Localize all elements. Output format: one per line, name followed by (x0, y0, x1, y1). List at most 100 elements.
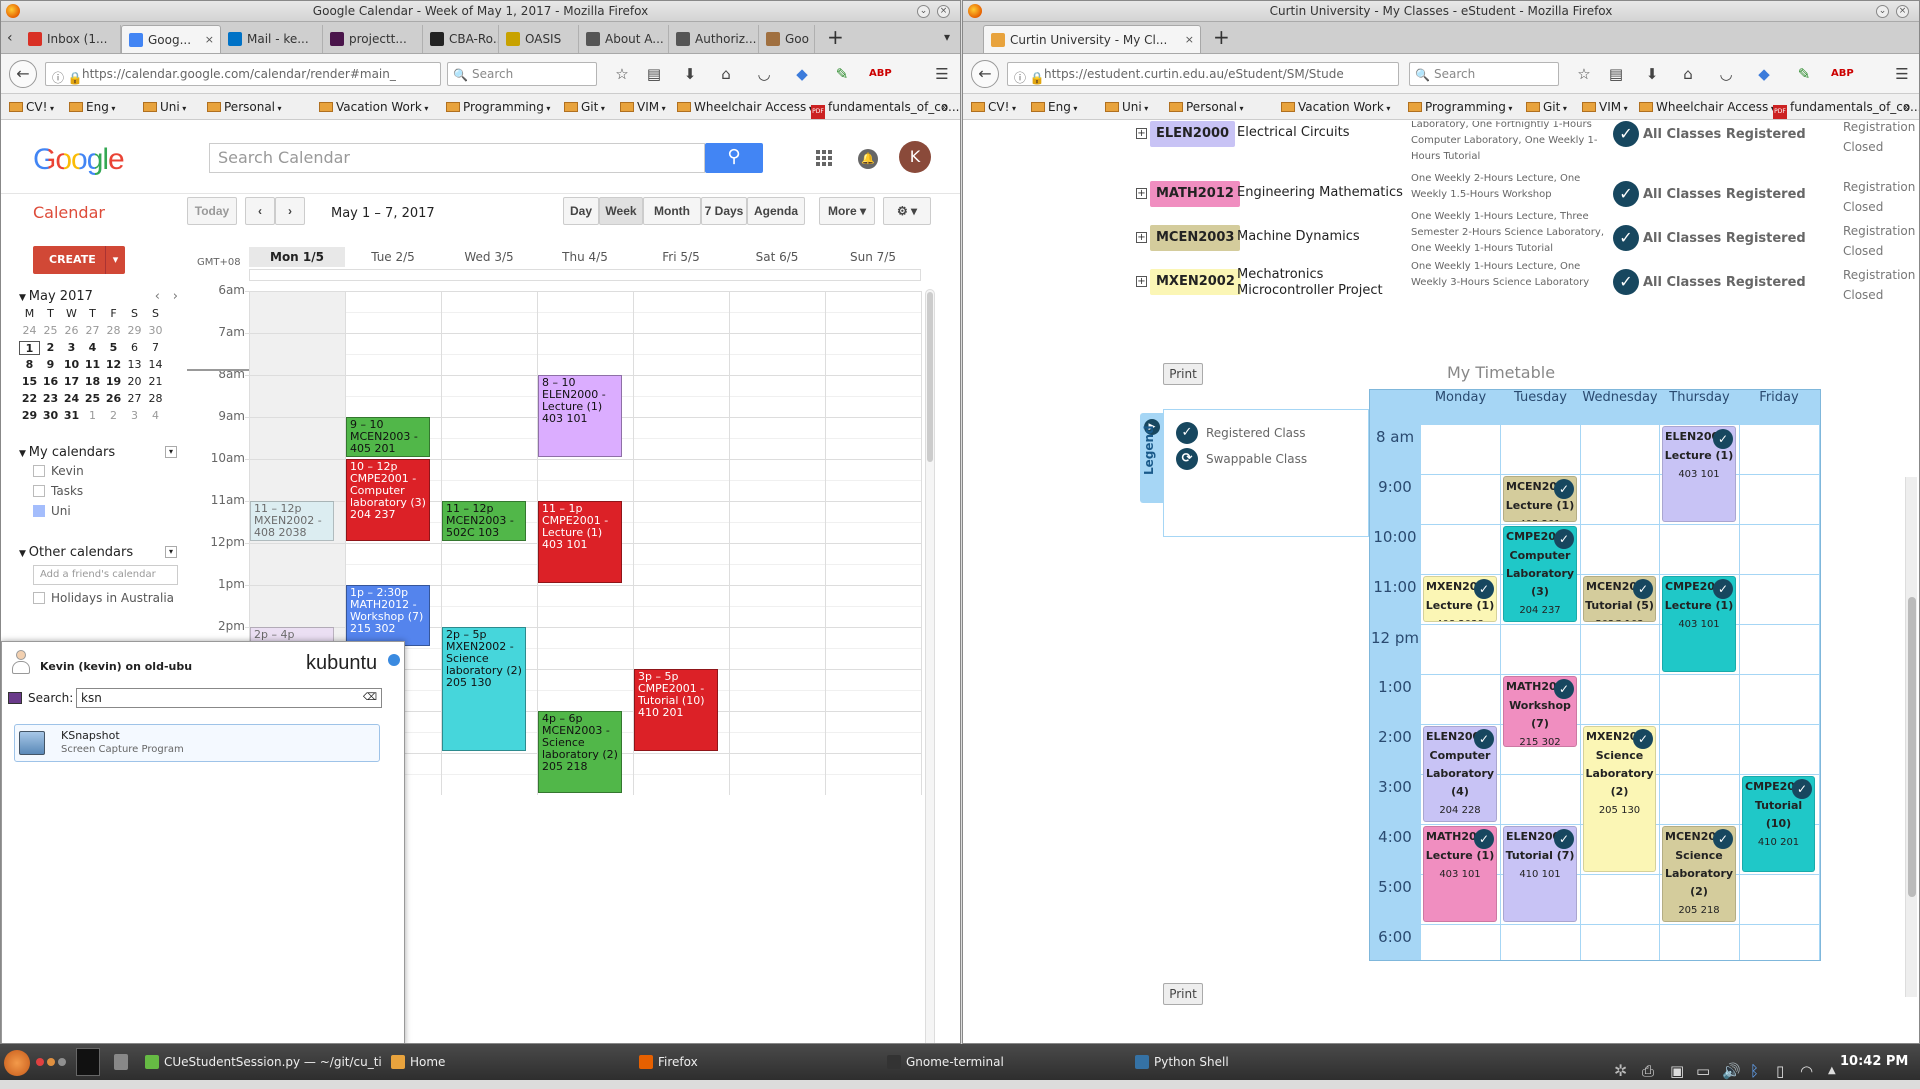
new-tab-icon[interactable]: + (1213, 27, 1230, 47)
timetable-class[interactable]: MCEN2003Tutorial (5)502C 103✓ (1583, 576, 1656, 622)
mini-day[interactable]: 5 (103, 341, 124, 355)
timetable-class[interactable]: ELEN2000 Lecture (1) 403 101 ✓ (1662, 426, 1736, 522)
calendar-event[interactable]: 11 – 1p CMPE2001 - Lecture (1) 403 101 (538, 501, 622, 583)
tab-4[interactable]: CBA-Ro... (423, 25, 499, 53)
mini-day[interactable]: 25 (40, 324, 61, 338)
tab-2[interactable]: Mail - ke... (221, 25, 323, 53)
tab-6[interactable]: About A... (579, 25, 669, 53)
account-avatar[interactable]: K (899, 141, 931, 173)
clear-search-icon[interactable]: ⌫ (363, 689, 377, 707)
mini-next-icon[interactable]: › (173, 289, 178, 304)
taskbar-task[interactable]: Firefox (636, 1048, 876, 1076)
pocket-icon[interactable]: ◡ (1715, 63, 1737, 85)
timetable-class[interactable]: MATH2012 Lecture (1) 403 101 ✓ (1423, 826, 1497, 922)
bookmark-folder-3[interactable]: Personal ▾ (207, 94, 282, 119)
calendar-event[interactable]: 1p – 2:30p MATH2012 - Workshop (7) 215 302 (346, 585, 430, 646)
adblock-icon[interactable]: ABP (869, 63, 892, 85)
mini-day[interactable]: 27 (82, 324, 103, 338)
calendar-checkbox[interactable] (33, 485, 45, 497)
bookmark-folder-4[interactable]: Vacation Work ▾ (1281, 94, 1390, 119)
pocket-icon[interactable]: ◡ (753, 63, 775, 85)
home-icon[interactable]: ⌂ (715, 63, 737, 85)
bookmarks-overflow-icon[interactable]: » (1903, 94, 1910, 119)
mini-day[interactable]: 6 (124, 341, 145, 355)
bookmark-star-icon[interactable]: ☆ (611, 63, 633, 85)
extension-icon[interactable]: ◆ (1753, 63, 1775, 85)
url-bar[interactable]: ⓘ 🔒 https://estudent.curtin.edu.au/eStude… (1007, 62, 1399, 86)
unit-code[interactable]: MXEN2002 (1150, 269, 1241, 295)
day-header[interactable]: Thu 4/5 (537, 247, 633, 267)
timetable-class[interactable]: MXEN2002Lecture (1)408 2038✓ (1423, 576, 1497, 622)
clock[interactable]: 10:42 PM (1840, 1044, 1908, 1080)
bookmark-folder-2[interactable]: Uni ▾ (1105, 94, 1148, 119)
mini-day[interactable]: 1 (82, 409, 103, 423)
create-button[interactable]: CREATE ▾ (33, 246, 125, 274)
mini-day[interactable]: 24 (19, 324, 40, 338)
mini-day[interactable]: 30 (145, 324, 166, 338)
prev-week-button[interactable]: ‹ (245, 197, 275, 225)
scrollbar[interactable] (1905, 477, 1917, 997)
bookmark-folder-7[interactable]: VIM ▾ (620, 94, 666, 119)
show-desktop-icon[interactable] (114, 1054, 128, 1070)
settings-gear-icon[interactable]: ⚙ ▾ (883, 197, 931, 225)
calendar-event[interactable]: 11 – 12p MXEN2002 -408 2038 (250, 501, 334, 541)
mini-day[interactable]: 7 (145, 341, 166, 355)
tray-expand-icon[interactable]: ▲ (1828, 1053, 1836, 1089)
legend-tab[interactable]: ▶ Legend (1140, 413, 1164, 503)
printer-icon[interactable]: ⎙ (1642, 1053, 1654, 1089)
timetable-class[interactable]: MATH2012 Workshop (7) 215 302 ✓ (1503, 676, 1577, 747)
volume-icon[interactable]: 🔊 (1722, 1053, 1741, 1089)
minimize-icon[interactable]: ⌄ (1876, 5, 1889, 18)
calendar-event[interactable]: 4p – 6p MCEN2003 - Science laboratory (2)… (538, 711, 622, 793)
mini-day[interactable]: 22 (19, 392, 40, 406)
next-week-button[interactable]: › (275, 197, 305, 225)
bookmark-star-icon[interactable]: ☆ (1573, 63, 1595, 85)
mini-day[interactable]: 24 (61, 392, 82, 406)
minimize-icon[interactable]: ⌄ (917, 5, 930, 18)
view-week-button[interactable]: Week (599, 197, 643, 225)
wifi-icon[interactable]: ◠ (1800, 1053, 1813, 1089)
tab-0[interactable]: Curtin University - My Cl... × (983, 25, 1201, 53)
other-calendar-item[interactable]: Holidays in Australia (33, 591, 174, 605)
add-friend-calendar-input[interactable]: Add a friend's calendar (33, 565, 178, 585)
expand-icon[interactable]: + (1136, 188, 1147, 199)
back-button[interactable]: ← (971, 60, 999, 88)
pager-icon[interactable] (76, 1048, 100, 1076)
mini-day[interactable]: 14 (145, 358, 166, 372)
extension-icon[interactable]: ◆ (791, 63, 813, 85)
tab-list-icon[interactable]: ▾ (944, 30, 950, 44)
unit-code[interactable]: MATH2012 (1150, 181, 1240, 207)
reading-list-icon[interactable]: ▤ (1605, 63, 1627, 85)
mini-day[interactable]: 25 (82, 392, 103, 406)
mini-day[interactable]: 4 (145, 409, 166, 423)
colorzilla-icon[interactable]: ✎ (1793, 63, 1815, 85)
mini-day[interactable]: 2 (40, 341, 61, 355)
more-button[interactable]: More ▾ (819, 197, 875, 225)
day-header[interactable]: Tue 2/5 (345, 247, 441, 267)
search-input[interactable]: 🔍 Search (1409, 62, 1559, 86)
mini-day[interactable]: 9 (40, 358, 61, 372)
bookmark-folder-5[interactable]: Programming ▾ (1408, 94, 1512, 119)
timetable-class[interactable]: CMPE2001 Tutorial (10) 410 201 ✓ (1742, 776, 1815, 872)
colorzilla-icon[interactable]: ✎ (831, 63, 853, 85)
tab-scroll-left-icon[interactable]: ‹ (7, 30, 13, 46)
print-button-top[interactable]: Print (1163, 363, 1203, 385)
tab-0[interactable]: Inbox (1... (21, 25, 121, 53)
apps-grid-icon[interactable] (816, 150, 832, 166)
my-calendar-item[interactable]: Kevin (33, 464, 84, 478)
expand-icon[interactable]: + (1136, 276, 1147, 287)
timetable-class[interactable]: MCEN2003Lecture (1)405 201✓ (1503, 476, 1577, 522)
calendar-event[interactable]: 2p – 5p MXEN2002 - Science laboratory (2)… (442, 627, 526, 751)
calendar-event[interactable]: 8 – 10 ELEN2000 - Lecture (1) 403 101 (538, 375, 622, 457)
menu-icon[interactable]: ☰ (1891, 63, 1913, 85)
mini-day[interactable]: 19 (103, 375, 124, 389)
taskbar-task[interactable]: Python Shell (1132, 1048, 1372, 1076)
view-month-button[interactable]: Month (643, 197, 701, 225)
today-button[interactable]: Today (187, 197, 237, 225)
calendar-event[interactable]: 9 – 10 MCEN2003 -405 201 (346, 417, 430, 457)
tab-7[interactable]: Authoriz... (669, 25, 759, 53)
calendar-title[interactable]: Calendar (33, 203, 105, 222)
new-tab-icon[interactable]: + (827, 27, 844, 47)
mini-day[interactable]: 20 (124, 375, 145, 389)
back-button[interactable]: ← (9, 60, 37, 88)
